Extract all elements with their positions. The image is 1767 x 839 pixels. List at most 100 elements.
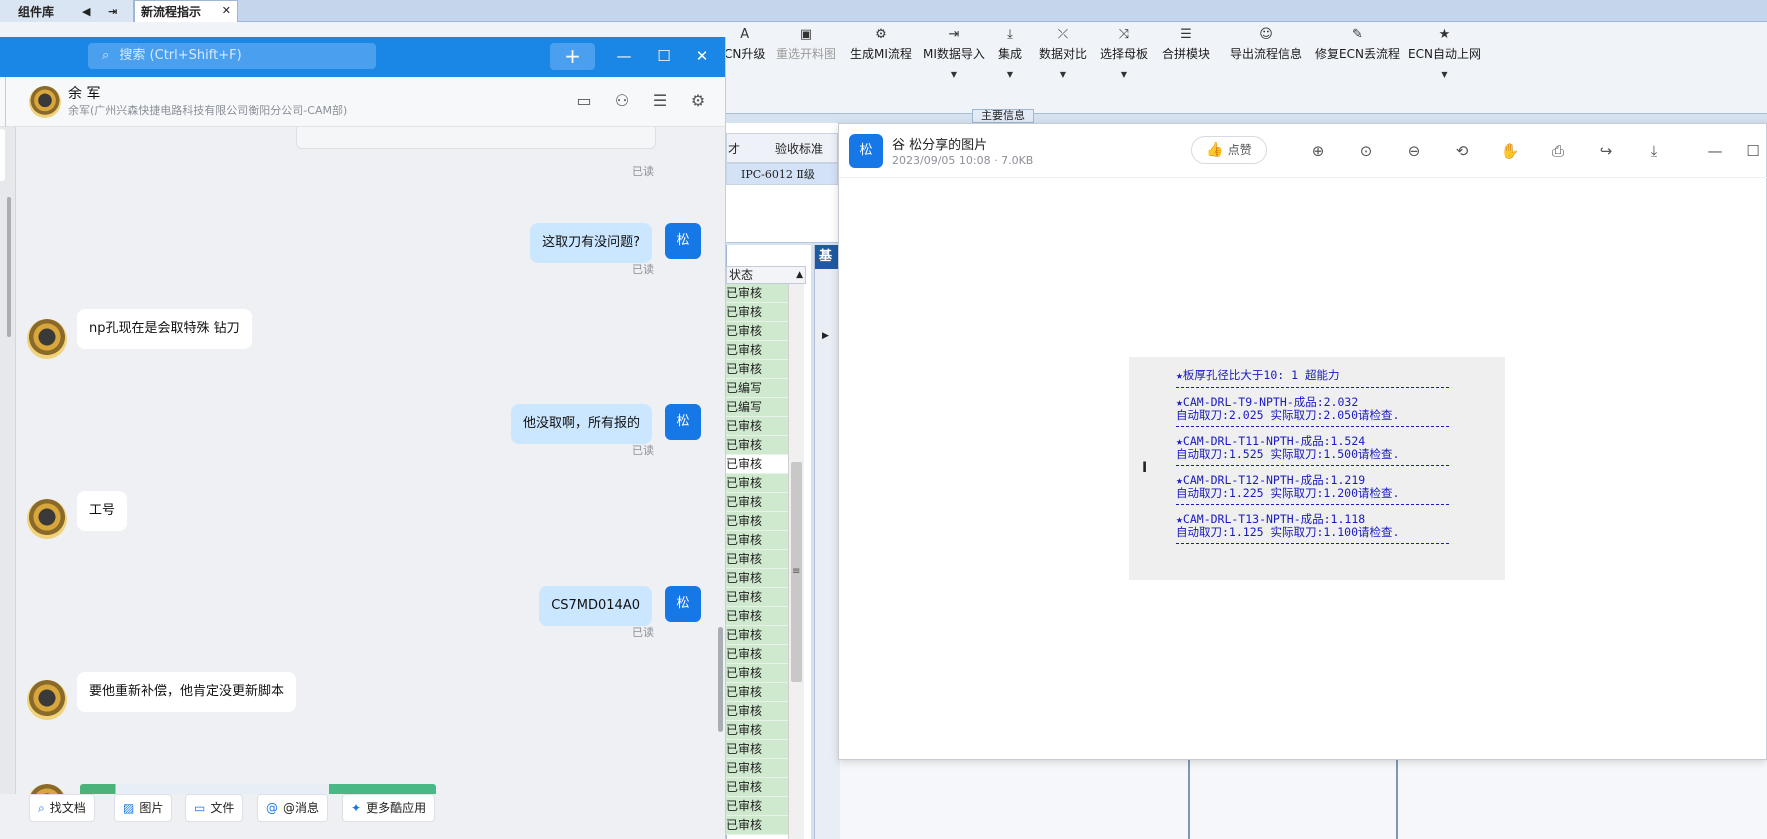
ribbon-button[interactable]: ☰ 合拼模块 [1162, 22, 1210, 114]
actual-size-icon[interactable]: ⊙ [1354, 140, 1378, 162]
dropdown-arrow-icon[interactable]: ▼ [1060, 70, 1066, 79]
maximize-icon[interactable]: ☐ [1741, 140, 1765, 162]
close-tab-icon[interactable]: ✕ [222, 4, 231, 17]
ribbon-button[interactable]: ★ ECN自动上网 ▼ [1408, 22, 1481, 114]
status-row[interactable]: 已审核 [726, 341, 788, 360]
status-row[interactable]: 已审核 [726, 607, 788, 626]
ribbon-button[interactable]: ⤨ 选择母板 ▼ [1100, 22, 1148, 114]
status-row[interactable]: 已审核 [726, 778, 788, 797]
message-bubble-received[interactable]: 要他重新补偿，他肯定没更新脚本 [77, 672, 297, 712]
status-row[interactable]: 已审核 [726, 436, 788, 455]
search-input[interactable]: ⌕ 搜索 (Ctrl+Shift+F) [88, 43, 376, 69]
maximize-icon[interactable]: ☐ [652, 44, 676, 68]
hand-icon[interactable]: ✋ [1498, 140, 1522, 162]
status-row[interactable]: 已审核 [726, 588, 788, 607]
status-row[interactable]: 已审核 [726, 512, 788, 531]
ribbon-button[interactable]: ▣ 重选开料图 [776, 22, 836, 114]
status-row[interactable]: 已审核 [726, 816, 788, 835]
dropdown-arrow-icon[interactable]: ▼ [1441, 70, 1447, 79]
close-icon[interactable]: ✕ [690, 44, 714, 68]
status-row[interactable]: 已审核 [726, 626, 788, 645]
status-row[interactable]: 已审核 [726, 569, 788, 588]
status-row[interactable]: 已审核 [726, 721, 788, 740]
status-row[interactable]: 已审核 [726, 797, 788, 816]
share-icon[interactable]: ↪ [1594, 140, 1618, 162]
status-row[interactable]: 已审核 [726, 284, 788, 303]
status-row[interactable]: 已审核 [726, 455, 788, 474]
mention-button[interactable]: @ @消息 [257, 794, 329, 822]
contact-avatar[interactable] [29, 86, 61, 118]
zoom-out-icon[interactable]: ⊖ [1402, 140, 1426, 162]
ribbon-button[interactable]: ⚙ 生成MI流程 [850, 22, 912, 114]
download-icon[interactable]: ⤓ [1642, 140, 1666, 162]
status-row[interactable]: 已审核 [726, 683, 788, 702]
message-bubble-sent[interactable]: 这取刀有没问题? [530, 223, 652, 263]
sidebar-tab[interactable] [0, 129, 5, 181]
status-row[interactable]: 已审核 [726, 550, 788, 569]
collapse-left-icon[interactable]: ◀ [82, 5, 90, 18]
grid-row-selected[interactable]: IPC-6012 Ⅱ级 [726, 163, 838, 185]
status-row[interactable]: 已审核 [726, 664, 788, 683]
minimize-icon[interactable]: — [612, 44, 636, 68]
search-history-icon[interactable]: ☰ [648, 89, 672, 113]
status-row[interactable]: 已审核 [726, 493, 788, 512]
ribbon-button[interactable]: ✎ 修复ECN丢流程 [1315, 22, 1400, 114]
status-row[interactable]: 已编写 [726, 398, 788, 417]
status-scrollbar[interactable]: ≡ [788, 284, 804, 839]
ribbon-button[interactable]: ⤓ 集成 ▼ [998, 22, 1022, 114]
dropdown-arrow-icon[interactable]: ▼ [1007, 70, 1013, 79]
edit-image-icon[interactable]: ⎙ [1546, 140, 1570, 162]
my-avatar[interactable]: 松 [665, 223, 701, 259]
dropdown-arrow-icon[interactable]: ▼ [951, 70, 957, 79]
message-bubble-sent[interactable]: 他没取啊，所有报的 [510, 404, 652, 444]
my-avatar[interactable]: 松 [665, 404, 701, 440]
add-member-icon[interactable]: ⚇ [610, 89, 634, 113]
contact-avatar[interactable] [27, 319, 67, 359]
expand-right-icon[interactable]: ▶ [822, 331, 829, 341]
minimize-icon[interactable]: — [1703, 140, 1727, 162]
find-document-button[interactable]: ⌕ 找文档 [29, 794, 95, 822]
status-row[interactable]: 已审核 [726, 303, 788, 322]
ribbon-button[interactable]: ☺ 导出流程信息 [1230, 22, 1302, 114]
status-row[interactable]: 已编写 [726, 379, 788, 398]
sidebar-scrollbar[interactable] [7, 197, 11, 337]
message-bubble-received[interactable]: np孔现在是会取特殊 钻刀 [77, 309, 252, 349]
sharer-avatar[interactable]: 松 [849, 134, 883, 168]
more-apps-button[interactable]: ✦ 更多酷应用 [342, 794, 436, 822]
grid-header-col-b[interactable]: 验收标准 [775, 140, 823, 157]
ribbon-button[interactable]: A CN升级 [724, 22, 765, 114]
previous-message-card[interactable] [296, 127, 656, 149]
status-row[interactable]: 已审核 [726, 702, 788, 721]
like-button[interactable]: 👍 点赞 [1191, 136, 1267, 164]
image-message-preview[interactable] [80, 784, 436, 794]
status-row[interactable]: 已审核 [726, 474, 788, 493]
pin-icon[interactable]: ⇥ [108, 5, 117, 18]
shared-image[interactable]: I ★板厚孔径比大于10: 1 超能力 ★CAM-DRL-T9-NPTH-成品:… [1129, 357, 1505, 580]
status-row[interactable]: 已审核 [726, 417, 788, 436]
status-row[interactable]: 已审核 [726, 759, 788, 778]
message-bubble-received[interactable]: 工号 [77, 491, 128, 531]
contact-avatar[interactable] [27, 499, 67, 539]
message-bubble-sent[interactable]: CS7MD014A0 [539, 586, 652, 626]
status-row[interactable]: 已审核 [726, 740, 788, 759]
contact-avatar[interactable] [27, 680, 67, 720]
add-button[interactable]: + [550, 43, 595, 70]
contact-avatar[interactable] [27, 784, 67, 794]
ribbon-button[interactable]: ⤫ 数据对比 ▼ [1039, 22, 1087, 114]
document-tab[interactable]: 新流程指示 ✕ [134, 0, 238, 22]
zoom-in-icon[interactable]: ⊕ [1306, 140, 1330, 162]
settings-icon[interactable]: ⚙ [686, 89, 710, 113]
ribbon-button[interactable]: ⇥ MI数据导入 ▼ [923, 22, 985, 114]
status-row[interactable]: 已审核 [726, 645, 788, 664]
chat-scrollbar[interactable] [718, 627, 723, 732]
my-avatar[interactable]: 松 [665, 586, 701, 622]
status-row[interactable]: 已审核 [726, 322, 788, 341]
file-button[interactable]: ▭ 文件 [185, 794, 244, 822]
contact-name[interactable]: 余 军 [68, 83, 100, 103]
folder-icon[interactable]: ▭ [572, 89, 596, 113]
component-library-tab[interactable]: 组件库 ◀ ⇥ [0, 0, 134, 22]
status-column-header[interactable]: 状态 ▲ [726, 266, 806, 284]
image-button[interactable]: ▨ 图片 [114, 794, 173, 822]
rotate-icon[interactable]: ⟲ [1450, 140, 1474, 162]
status-row[interactable]: 已审核 [726, 531, 788, 550]
